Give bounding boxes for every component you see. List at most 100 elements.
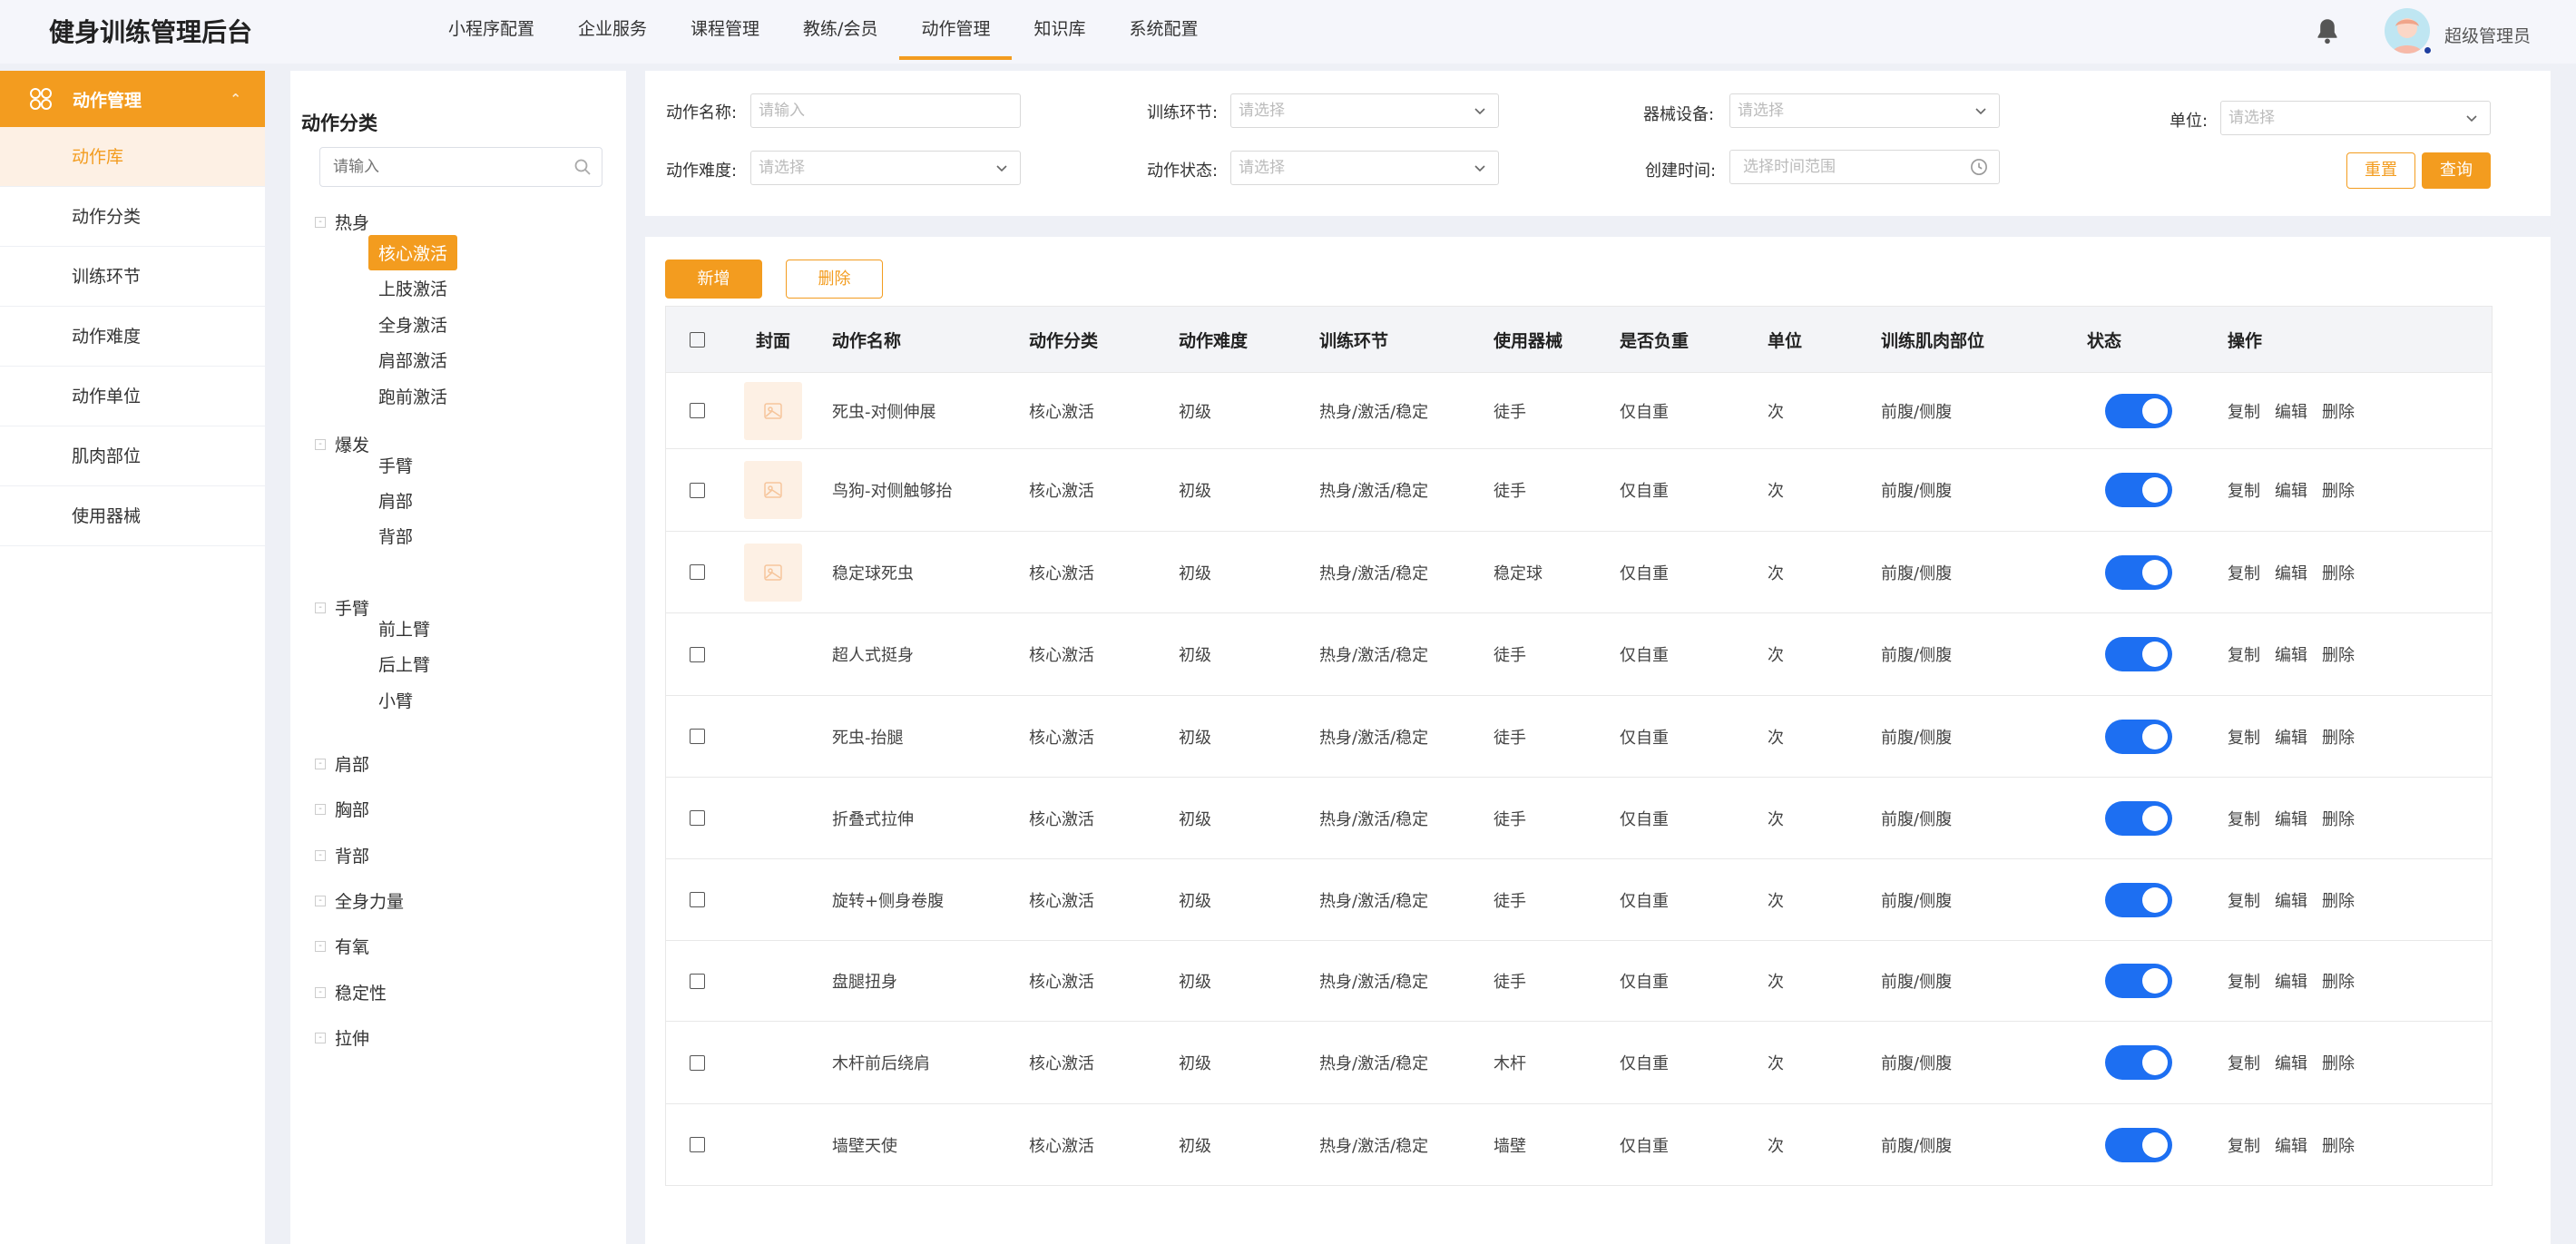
search-icon[interactable] — [573, 158, 592, 176]
copy-button[interactable]: 复制 — [2228, 642, 2260, 666]
tree-expand-icon[interactable]: - — [315, 1033, 326, 1043]
edit-button[interactable]: 编辑 — [2275, 642, 2307, 666]
edit-button[interactable]: 编辑 — [2275, 1051, 2307, 1074]
tree-node[interactable]: 热身 — [335, 210, 369, 234]
nav-item[interactable]: 系统配置 — [1107, 0, 1219, 60]
query-button[interactable]: 查询 — [2422, 152, 2491, 189]
status-toggle[interactable] — [2105, 882, 2172, 917]
image-placeholder-icon[interactable] — [744, 381, 802, 440]
status-toggle[interactable] — [2105, 393, 2172, 428]
sidebar-item[interactable]: 动作分类 — [0, 187, 265, 247]
tree-child-node[interactable]: 上肢激活 — [378, 276, 447, 300]
edit-button[interactable]: 编辑 — [2275, 399, 2307, 423]
tree-child-node[interactable]: 肩部激活 — [378, 348, 447, 372]
image-placeholder-icon[interactable] — [744, 461, 802, 519]
delete-button[interactable]: 删除 — [2322, 1133, 2355, 1157]
delete-button[interactable]: 删除 — [2322, 561, 2355, 584]
edit-button[interactable]: 编辑 — [2275, 478, 2307, 502]
delete-button[interactable]: 删除 — [2322, 478, 2355, 502]
copy-button[interactable]: 复制 — [2228, 1051, 2260, 1074]
tree-expand-icon[interactable]: - — [315, 439, 326, 450]
copy-button[interactable]: 复制 — [2228, 888, 2260, 912]
filter-status-select[interactable]: 请选择 — [1230, 151, 1499, 185]
image-placeholder-icon[interactable] — [744, 543, 802, 602]
nav-item[interactable]: 企业服务 — [556, 0, 669, 60]
sidebar-item[interactable]: 训练环节 — [0, 247, 265, 307]
tree-node[interactable]: 肩部 — [335, 751, 369, 776]
nav-item[interactable]: 小程序配置 — [426, 0, 556, 60]
row-checkbox[interactable] — [690, 482, 705, 498]
tree-expand-icon[interactable]: - — [315, 759, 326, 769]
delete-button[interactable]: 删除 — [2322, 969, 2355, 993]
tree-child-node[interactable]: 前上臂 — [378, 616, 430, 641]
tree-expand-icon[interactable]: - — [315, 217, 326, 228]
copy-button[interactable]: 复制 — [2228, 399, 2260, 423]
tree-child-node[interactable]: 背部 — [378, 524, 413, 548]
user-name[interactable]: 超级管理员 — [2444, 23, 2531, 47]
filter-equip-select[interactable]: 请选择 — [1729, 93, 2000, 128]
status-toggle[interactable] — [2105, 1045, 2172, 1080]
row-checkbox[interactable] — [690, 1137, 705, 1152]
delete-button[interactable]: 删除 — [2322, 642, 2355, 666]
filter-unit-select[interactable]: 请选择 — [2220, 101, 2491, 135]
edit-button[interactable]: 编辑 — [2275, 1133, 2307, 1157]
tree-expand-icon[interactable]: - — [315, 804, 326, 815]
edit-button[interactable]: 编辑 — [2275, 725, 2307, 749]
tree-expand-icon[interactable]: - — [315, 850, 326, 861]
tree-expand-icon[interactable]: - — [315, 941, 326, 952]
tree-search-input[interactable] — [319, 147, 602, 187]
filter-difficulty-select[interactable]: 请选择 — [750, 151, 1021, 185]
copy-button[interactable]: 复制 — [2228, 478, 2260, 502]
tree-expand-icon[interactable]: - — [315, 987, 326, 998]
reset-button[interactable]: 重置 — [2346, 152, 2415, 189]
tree-child-node[interactable]: 全身激活 — [378, 312, 447, 337]
row-checkbox[interactable] — [690, 729, 705, 744]
tree-node[interactable]: 爆发 — [335, 432, 369, 456]
delete-button[interactable]: 删除 — [2322, 399, 2355, 423]
row-checkbox[interactable] — [690, 403, 705, 418]
batch-delete-button[interactable]: 删除 — [786, 260, 883, 299]
bell-icon[interactable] — [2312, 15, 2343, 47]
status-toggle[interactable] — [2105, 964, 2172, 998]
row-checkbox[interactable] — [690, 810, 705, 826]
copy-button[interactable]: 复制 — [2228, 969, 2260, 993]
tree-child-node[interactable]: 肩部 — [378, 488, 413, 513]
tree-node[interactable]: 胸部 — [335, 797, 369, 821]
filter-name-input[interactable]: 请输入 — [750, 93, 1021, 128]
sidebar-item[interactable]: 肌肉部位 — [0, 426, 265, 486]
tree-expand-icon[interactable]: - — [315, 602, 326, 613]
status-toggle[interactable] — [2105, 554, 2172, 590]
status-toggle[interactable] — [2105, 637, 2172, 671]
tree-child-node[interactable]: 手臂 — [378, 453, 413, 477]
user-avatar-icon[interactable] — [2385, 8, 2430, 54]
delete-button[interactable]: 删除 — [2322, 807, 2355, 830]
tree-node[interactable]: 全身力量 — [335, 888, 404, 913]
filter-time-range[interactable]: 选择时间范围 — [1729, 150, 2000, 184]
select-all-checkbox[interactable] — [690, 331, 705, 348]
nav-item[interactable]: 课程管理 — [669, 0, 781, 60]
edit-button[interactable]: 编辑 — [2275, 888, 2307, 912]
tree-node[interactable]: 稳定性 — [335, 980, 387, 1004]
sidebar-item[interactable]: 使用器械 — [0, 486, 265, 546]
sidebar-item[interactable]: 动作库 — [0, 127, 265, 187]
row-checkbox[interactable] — [690, 646, 705, 662]
copy-button[interactable]: 复制 — [2228, 1133, 2260, 1157]
copy-button[interactable]: 复制 — [2228, 807, 2260, 830]
filter-stage-select[interactable]: 请选择 — [1230, 93, 1499, 128]
row-checkbox[interactable] — [690, 564, 705, 580]
tree-child-node[interactable]: 后上臂 — [378, 651, 430, 676]
status-toggle[interactable] — [2105, 719, 2172, 754]
tree-node[interactable]: 手臂 — [335, 595, 369, 620]
row-checkbox[interactable] — [690, 973, 705, 989]
tree-child-node[interactable]: 小臂 — [378, 688, 413, 712]
edit-button[interactable]: 编辑 — [2275, 969, 2307, 993]
tree-child-node[interactable]: 跑前激活 — [378, 384, 447, 408]
tree-expand-icon[interactable]: - — [315, 896, 326, 906]
tree-node[interactable]: 有氧 — [335, 934, 369, 958]
tree-child-node[interactable]: 核心激活 — [368, 235, 458, 270]
edit-button[interactable]: 编辑 — [2275, 561, 2307, 584]
nav-item[interactable]: 知识库 — [1012, 0, 1107, 60]
row-checkbox[interactable] — [690, 892, 705, 907]
delete-button[interactable]: 删除 — [2322, 888, 2355, 912]
delete-button[interactable]: 删除 — [2322, 725, 2355, 749]
